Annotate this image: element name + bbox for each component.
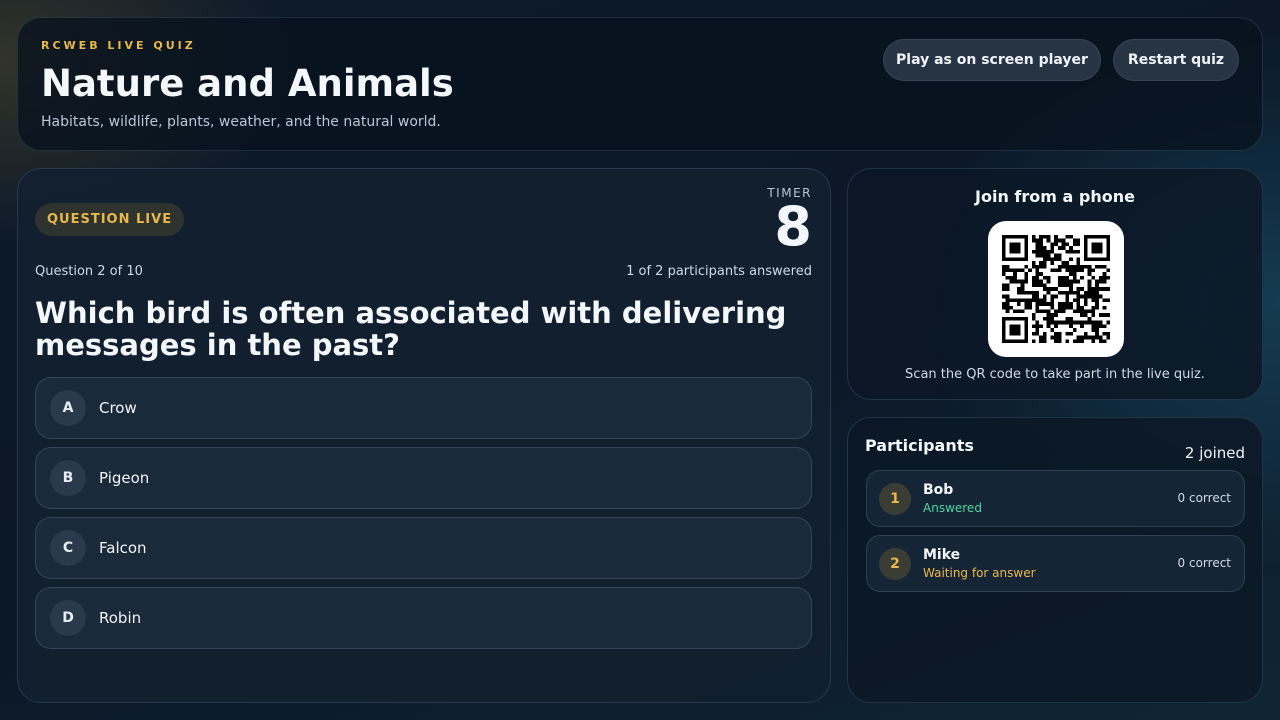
participant-name: Bob: [923, 482, 954, 498]
option-text: Pigeon: [99, 469, 150, 487]
quiz-header: RCWEB LIVE QUIZ Nature and Animals Habit…: [17, 17, 1263, 151]
option-letter: D: [50, 600, 86, 636]
participant-status: Waiting for answer: [923, 566, 1036, 580]
answer-option-d[interactable]: D Robin: [35, 587, 812, 649]
question-progress: Question 2 of 10: [35, 264, 143, 279]
question-panel: QUESTION LIVE TIMER 8 Question 2 of 10 1…: [17, 168, 831, 703]
answer-option-c[interactable]: C Falcon: [35, 517, 812, 579]
qr-modules: [1002, 235, 1110, 343]
qr-code-graphic: [1002, 235, 1110, 343]
restart-quiz-button[interactable]: Restart quiz: [1113, 39, 1239, 81]
option-letter: B: [50, 460, 86, 496]
participant-row: 1 Bob Answered 0 correct: [866, 470, 1245, 527]
option-text: Falcon: [99, 539, 147, 557]
play-on-screen-button[interactable]: Play as on screen player: [883, 39, 1101, 81]
status-badge: QUESTION LIVE: [35, 203, 185, 236]
option-letter: A: [50, 390, 86, 426]
participants-joined-count: 2 joined: [1184, 444, 1245, 462]
answer-option-a[interactable]: A Crow: [35, 377, 812, 439]
join-title: Join from a phone: [975, 187, 1135, 206]
participants-panel: Participants 2 joined 1 Bob Answered 0 c…: [847, 417, 1263, 703]
answered-count: 1 of 2 participants answered: [626, 264, 812, 279]
timer-value: 8: [774, 195, 812, 258]
participant-name: Mike: [923, 547, 961, 563]
participant-score: 0 correct: [1177, 556, 1231, 570]
join-caption: Scan the QR code to take part in the liv…: [905, 367, 1205, 382]
option-letter: C: [50, 530, 86, 566]
participant-score: 0 correct: [1177, 491, 1231, 505]
participant-rank: 2: [879, 548, 911, 580]
participant-row: 2 Mike Waiting for answer 0 correct: [866, 535, 1245, 592]
option-text: Crow: [99, 399, 137, 417]
app-eyebrow: RCWEB LIVE QUIZ: [41, 39, 196, 52]
page-subtitle: Habitats, wildlife, plants, weather, and…: [41, 114, 441, 130]
page-title: Nature and Animals: [41, 62, 454, 105]
answer-option-b[interactable]: B Pigeon: [35, 447, 812, 509]
participant-status: Answered: [923, 501, 982, 515]
participant-rank: 1: [879, 483, 911, 515]
join-panel: Join from a phone Scan the QR code to ta…: [847, 168, 1263, 400]
participants-title: Participants: [865, 436, 974, 455]
qr-code-icon[interactable]: [988, 221, 1124, 357]
option-text: Robin: [99, 609, 142, 627]
question-text: Which bird is often associated with deli…: [35, 296, 787, 362]
